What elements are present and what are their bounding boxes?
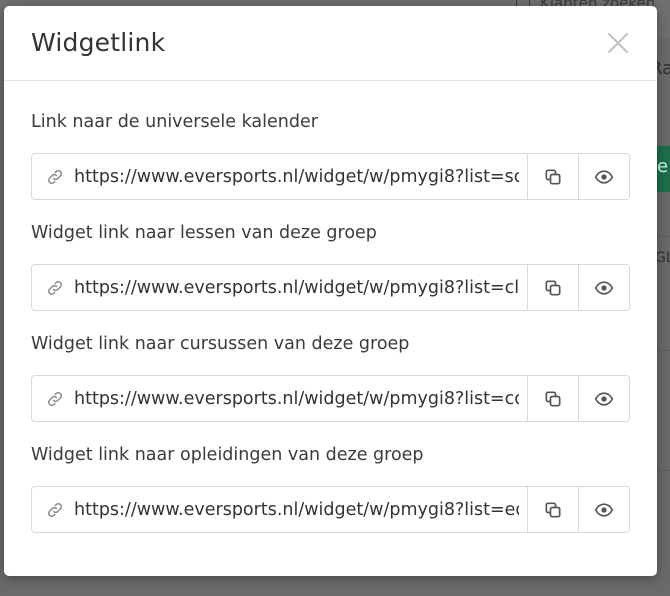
close-button[interactable] [605, 30, 631, 56]
field-label: Widget link naar opleidingen van deze gr… [31, 445, 424, 465]
copy-icon [545, 391, 561, 406]
background-divider [656, 236, 670, 237]
eye-icon [594, 391, 614, 406]
copy-icon [545, 169, 561, 184]
link-icon [48, 502, 62, 517]
widget-url-input[interactable] [74, 265, 527, 310]
field-label: Link naar de universele kalender [31, 112, 318, 132]
eye-icon [594, 169, 614, 184]
field-label: Widget link naar lessen van deze groep [31, 223, 377, 243]
preview-button[interactable] [578, 487, 629, 532]
copy-button[interactable] [527, 265, 578, 310]
link-icon [32, 265, 74, 310]
link-icon [32, 154, 74, 199]
close-icon [607, 32, 629, 54]
preview-button[interactable] [578, 265, 629, 310]
url-input-group [31, 153, 630, 200]
link-icon [48, 169, 62, 184]
link-icon [32, 376, 74, 421]
copy-icon [545, 280, 561, 295]
modal-body: Link naar de universele kalender Widget … [4, 81, 657, 533]
copy-icon [545, 502, 561, 517]
preview-button[interactable] [578, 154, 629, 199]
link-icon [32, 487, 74, 532]
background-green-button: e [655, 146, 670, 192]
background-text-gl: GL [655, 250, 670, 266]
background-divider [656, 350, 670, 351]
eye-icon [594, 502, 614, 517]
background-divider [656, 470, 670, 471]
widget-url-input[interactable] [74, 376, 527, 421]
link-icon [48, 280, 62, 295]
url-input-group [31, 264, 630, 311]
widgetlink-modal: Widgetlink Link naar de universele kalen… [4, 6, 657, 576]
widget-url-input[interactable] [74, 154, 527, 199]
preview-button[interactable] [578, 376, 629, 421]
link-icon [48, 391, 62, 406]
url-input-group [31, 486, 630, 533]
copy-button[interactable] [527, 154, 578, 199]
widget-url-input[interactable] [74, 487, 527, 532]
modal-title: Widgetlink [31, 28, 166, 57]
field-label: Widget link naar cursussen van deze groe… [31, 334, 410, 354]
copy-button[interactable] [527, 487, 578, 532]
modal-header: Widgetlink [4, 6, 657, 81]
url-input-group [31, 375, 630, 422]
copy-button[interactable] [527, 376, 578, 421]
eye-icon [594, 280, 614, 295]
